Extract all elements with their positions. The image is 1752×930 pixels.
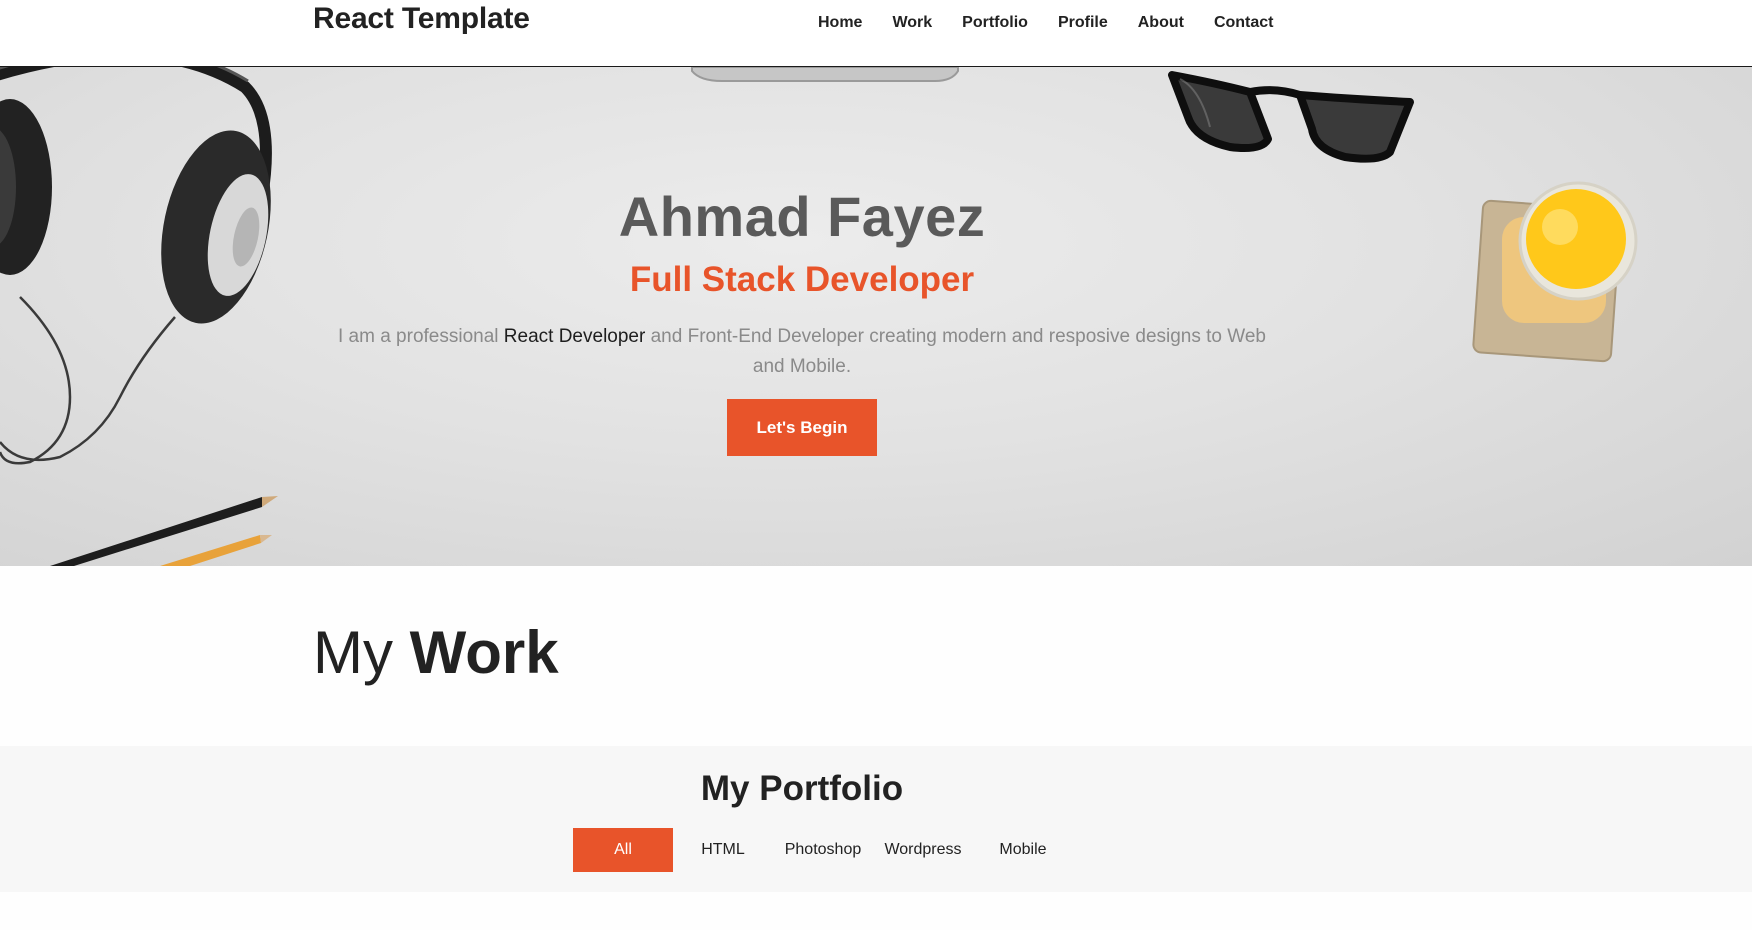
- nav-links: Home Work Portfolio Profile About Contac…: [818, 14, 1274, 32]
- hero-description-suffix: and Front-End Developer creating modern …: [645, 326, 1266, 377]
- lets-begin-button[interactable]: Let's Begin: [727, 399, 877, 456]
- portfolio-title-bold: Portfolio: [759, 769, 904, 808]
- hero-role: Full Stack Developer: [629, 260, 975, 299]
- hero-name: Ahmad Fayez: [618, 185, 986, 248]
- filter-html[interactable]: HTML: [673, 828, 773, 872]
- nav-link-contact[interactable]: Contact: [1214, 14, 1274, 32]
- portfolio-section-title: My Portfolio: [0, 769, 1604, 809]
- glasses-icon: [1168, 71, 1414, 163]
- hero-background-art: [0, 67, 1638, 566]
- portfolio-title-light: My: [700, 769, 760, 808]
- brand-logo[interactable]: React Template: [313, 2, 530, 36]
- nav-link-profile[interactable]: Profile: [1058, 14, 1108, 32]
- nav-link-about[interactable]: About: [1138, 14, 1184, 32]
- work-title-bold: Work: [409, 619, 559, 686]
- filter-photoshop[interactable]: Photoshop: [773, 828, 873, 872]
- hero-description-highlight: React Developer: [503, 326, 646, 347]
- hero-description: I am a professional React Developer and …: [332, 322, 1272, 382]
- hero-description-prefix: I am a professional: [337, 326, 504, 347]
- nav-link-home[interactable]: Home: [818, 14, 862, 32]
- filter-mobile[interactable]: Mobile: [973, 828, 1073, 872]
- hero-section: Ahmad Fayez Full Stack Developer I am a …: [0, 67, 1752, 566]
- nav-link-work[interactable]: Work: [892, 14, 932, 32]
- portfolio-filter-bar: All HTML Photoshop Wordpress Mobile: [573, 828, 1073, 872]
- filter-wordpress[interactable]: Wordpress: [873, 828, 973, 872]
- nav-link-portfolio[interactable]: Portfolio: [962, 14, 1028, 32]
- filter-all[interactable]: All: [573, 828, 673, 872]
- laptop-edge-icon: [691, 67, 959, 82]
- portfolio-section: My Portfolio All HTML Photoshop Wordpres…: [0, 746, 1752, 892]
- work-section-title: My Work: [313, 618, 559, 687]
- navbar: React Template Home Work Portfolio Profi…: [0, 0, 1752, 67]
- work-title-light: My: [313, 619, 410, 686]
- pencils-icon: [50, 496, 278, 566]
